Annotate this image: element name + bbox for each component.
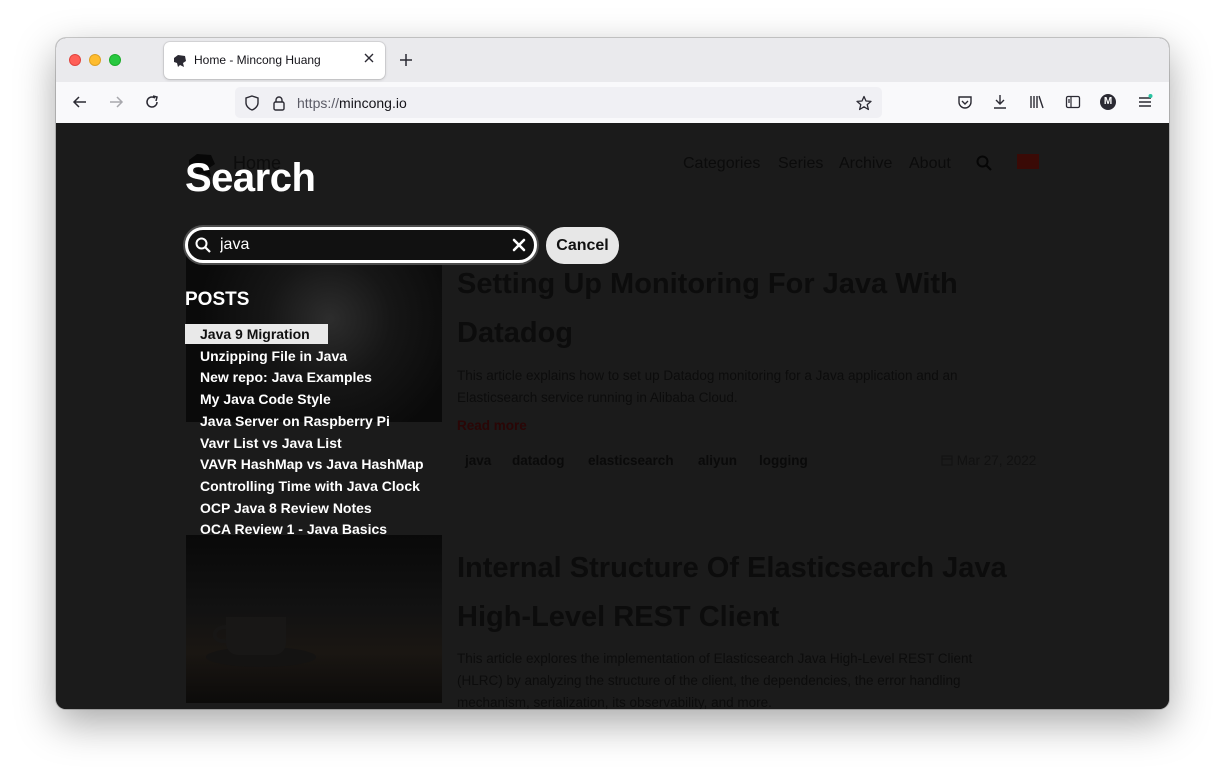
excerpt-line: mechanism, serialization, its observabil… bbox=[457, 695, 772, 709]
browser-window: Home - Mincong Huang https://mincong.io … bbox=[56, 38, 1169, 709]
tab-home[interactable]: Home - Mincong Huang bbox=[164, 42, 385, 79]
close-window-button[interactable] bbox=[69, 54, 81, 66]
cancel-button[interactable]: Cancel bbox=[546, 227, 619, 264]
navigation-toolbar: https://mincong.io M bbox=[56, 82, 1169, 124]
search-result-item[interactable]: My Java Code Style bbox=[185, 389, 346, 409]
clear-search-icon[interactable] bbox=[512, 238, 526, 252]
library-icon[interactable] bbox=[1029, 94, 1045, 110]
nav-search-icon[interactable] bbox=[976, 155, 992, 171]
calendar-icon bbox=[941, 455, 953, 466]
excerpt-line: (HLRC) by analyzing the structure of the… bbox=[457, 673, 961, 688]
menu-icon[interactable] bbox=[1137, 94, 1153, 110]
tag-elasticsearch[interactable]: elasticsearch bbox=[588, 453, 674, 468]
nav-series[interactable]: Series bbox=[778, 155, 823, 173]
url-scheme: https:// bbox=[297, 95, 340, 111]
nav-archive[interactable]: Archive bbox=[839, 155, 892, 173]
post-title[interactable]: Setting Up Monitoring For Java With Data… bbox=[457, 260, 1057, 358]
shield-icon[interactable] bbox=[244, 95, 260, 111]
post-title-line: Internal Structure Of Elasticsearch Java bbox=[457, 552, 1007, 584]
downloads-icon[interactable] bbox=[992, 94, 1008, 110]
search-result-item[interactable]: OCP Java 8 Review Notes bbox=[185, 498, 387, 518]
post-excerpt: This article explores the implementation… bbox=[457, 648, 1057, 709]
tag-java[interactable]: java bbox=[465, 453, 491, 468]
search-result-item[interactable]: OCA Review 1 - Java Basics bbox=[185, 519, 402, 539]
tab-title: Home - Mincong Huang bbox=[194, 53, 321, 67]
bookmark-star-icon[interactable] bbox=[856, 95, 872, 111]
tag-logging[interactable]: logging bbox=[759, 453, 808, 468]
coffee-cup-icon bbox=[206, 617, 316, 667]
post-excerpt: This article explains how to set up Data… bbox=[457, 365, 1057, 409]
back-icon[interactable] bbox=[72, 94, 88, 110]
reload-icon[interactable] bbox=[144, 94, 160, 110]
search-result-item[interactable]: Java 9 Migration bbox=[185, 324, 328, 344]
post-title-line: Datadog bbox=[457, 317, 573, 349]
language-flag-icon[interactable] bbox=[1017, 154, 1039, 169]
search-icon bbox=[195, 237, 211, 253]
excerpt-line: Elasticsearch service running in Alibaba… bbox=[457, 390, 738, 405]
excerpt-line: This article explains how to set up Data… bbox=[457, 368, 958, 383]
forward-icon[interactable] bbox=[108, 94, 124, 110]
results-section-heading: POSTS bbox=[185, 289, 250, 310]
close-tab-icon[interactable] bbox=[363, 52, 375, 64]
search-result-item[interactable]: Java Server on Raspberry Pi bbox=[185, 411, 405, 431]
search-result-item[interactable]: VAVR HashMap vs Java HashMap bbox=[185, 454, 439, 474]
tag-datadog[interactable]: datadog bbox=[512, 453, 565, 468]
search-heading: Search bbox=[185, 156, 316, 200]
nav-about[interactable]: About bbox=[909, 155, 951, 173]
site-favicon-icon bbox=[174, 55, 186, 67]
post-title-line: High-Level REST Client bbox=[457, 601, 780, 633]
post-title[interactable]: Internal Structure Of Elasticsearch Java… bbox=[457, 544, 1057, 642]
sidebar-icon[interactable] bbox=[1065, 94, 1081, 110]
address-bar[interactable]: https://mincong.io bbox=[235, 87, 882, 118]
search-result-item[interactable]: Unzipping File in Java bbox=[185, 346, 362, 366]
search-result-item[interactable]: Controlling Time with Java Clock bbox=[185, 476, 435, 496]
search-result-item[interactable]: Vavr List vs Java List bbox=[185, 433, 357, 453]
search-result-item[interactable]: New repo: Java Examples bbox=[185, 367, 387, 387]
page-content: Home Categories Series Archive About Set… bbox=[56, 123, 1169, 709]
search-box[interactable] bbox=[185, 227, 537, 263]
read-more-link[interactable]: Read more bbox=[457, 418, 527, 433]
excerpt-line: This article explores the implementation… bbox=[457, 651, 973, 666]
lock-icon[interactable] bbox=[271, 95, 287, 111]
post-date: Mar 27, 2022 bbox=[941, 453, 1036, 468]
post-title-line: Setting Up Monitoring For Java With bbox=[457, 268, 958, 300]
tab-strip: Home - Mincong Huang bbox=[56, 38, 1169, 82]
post-date-text: Mar 27, 2022 bbox=[956, 453, 1037, 468]
post-thumbnail-coffee[interactable] bbox=[186, 535, 442, 703]
tag-aliyun[interactable]: aliyun bbox=[698, 453, 737, 468]
minimize-window-button[interactable] bbox=[89, 54, 101, 66]
url-text[interactable]: https://mincong.io bbox=[297, 95, 407, 111]
search-input[interactable] bbox=[220, 234, 500, 256]
nav-categories[interactable]: Categories bbox=[683, 155, 760, 173]
pocket-icon[interactable] bbox=[957, 94, 973, 110]
zoom-window-button[interactable] bbox=[109, 54, 121, 66]
url-host: mincong.io bbox=[339, 95, 407, 111]
new-tab-icon[interactable] bbox=[399, 53, 413, 67]
account-avatar[interactable]: M bbox=[1100, 94, 1116, 110]
